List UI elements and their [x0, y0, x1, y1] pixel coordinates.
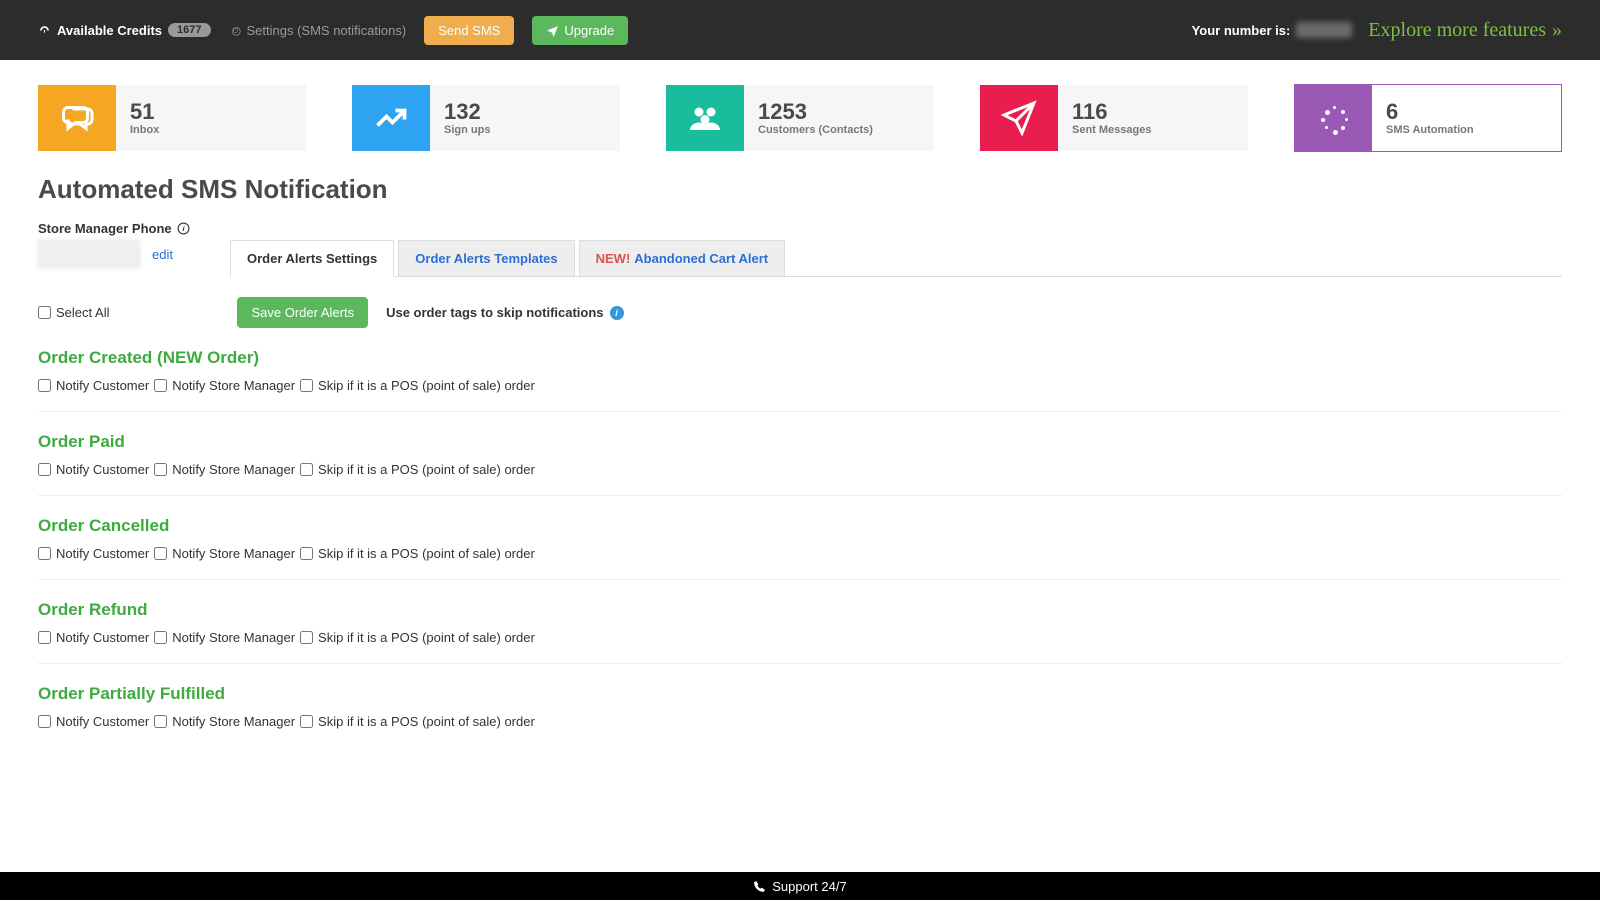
- save-order-alerts-button[interactable]: Save Order Alerts: [237, 297, 368, 328]
- settings-label: Settings (SMS notifications): [247, 23, 407, 38]
- plane-icon: [546, 24, 559, 37]
- stat-card-sent-messages[interactable]: 116 Sent Messages: [980, 84, 1248, 152]
- section-title: Order Partially Fulfilled: [38, 684, 1562, 704]
- phone-icon: [753, 880, 766, 893]
- stat-label: Inbox: [130, 124, 306, 136]
- credits-label: Available Credits: [57, 23, 162, 38]
- notify-customer-checkbox[interactable]: Notify Customer: [38, 462, 149, 477]
- dashboard-icon: [38, 24, 51, 37]
- info-icon[interactable]: i: [610, 306, 624, 320]
- notify-manager-checkbox[interactable]: Notify Store Manager: [154, 714, 295, 729]
- topbar: Available Credits 1677 Settings (SMS not…: [0, 0, 1600, 60]
- page-title: Automated SMS Notification: [38, 174, 1562, 205]
- chart-icon: [352, 85, 430, 151]
- stat-body: 6 SMS Automation: [1372, 85, 1561, 151]
- your-number: Your number is:: [1192, 22, 1353, 38]
- tab-new-badge: NEW!: [596, 251, 631, 266]
- notify-customer-checkbox[interactable]: Notify Customer: [38, 546, 149, 561]
- footer[interactable]: Support 24/7: [0, 872, 1600, 900]
- stat-value: 116: [1072, 100, 1248, 124]
- skip-pos-checkbox[interactable]: Skip if it is a POS (point of sale) orde…: [300, 714, 535, 729]
- stat-card-customers-contacts-[interactable]: 1253 Customers (Contacts): [666, 84, 934, 152]
- skip-pos-checkbox[interactable]: Skip if it is a POS (point of sale) orde…: [300, 378, 535, 393]
- tab-order-alerts-settings[interactable]: Order Alerts Settings: [230, 240, 394, 277]
- section-checks: Notify Customer Notify Store Manager Ski…: [38, 714, 1562, 729]
- stat-label: SMS Automation: [1386, 124, 1561, 136]
- explore-features-link[interactable]: Explore more features »: [1368, 19, 1562, 42]
- stat-label: Sent Messages: [1072, 124, 1248, 136]
- stats-row: 51 Inbox 132 Sign ups 1253 Customers (Co…: [38, 84, 1562, 152]
- section-order-created-new-order-: Order Created (NEW Order) Notify Custome…: [38, 348, 1562, 412]
- skip-pos-checkbox[interactable]: Skip if it is a POS (point of sale) orde…: [300, 546, 535, 561]
- tab-order-alerts-templates[interactable]: Order Alerts Templates: [398, 240, 574, 276]
- section-title: Order Paid: [38, 432, 1562, 452]
- stat-value: 6: [1386, 100, 1561, 124]
- stat-label: Customers (Contacts): [758, 124, 934, 136]
- your-number-value: [1296, 22, 1352, 38]
- tab-label: Order Alerts Templates: [415, 251, 557, 266]
- select-all-checkbox[interactable]: Select All: [38, 305, 109, 320]
- stat-card-sms-automation[interactable]: 6 SMS Automation: [1294, 84, 1562, 152]
- notify-manager-checkbox[interactable]: Notify Store Manager: [154, 462, 295, 477]
- tab-abandoned-cart-alert[interactable]: NEW! Abandoned Cart Alert: [579, 240, 786, 276]
- section-checks: Notify Customer Notify Store Manager Ski…: [38, 630, 1562, 645]
- section-checks: Notify Customer Notify Store Manager Ski…: [38, 378, 1562, 393]
- users-icon: [666, 85, 744, 151]
- skip-pos-checkbox[interactable]: Skip if it is a POS (point of sale) orde…: [300, 630, 535, 645]
- chevron-right-icon: »: [1552, 19, 1562, 42]
- tabs: Order Alerts Settings Order Alerts Templa…: [230, 240, 1562, 277]
- skip-tags-hint: Use order tags to skip notifications i: [386, 305, 623, 320]
- section-checks: Notify Customer Notify Store Manager Ski…: [38, 546, 1562, 561]
- gear-icon: [229, 24, 242, 37]
- explore-label: Explore more features: [1368, 19, 1546, 42]
- available-credits[interactable]: Available Credits 1677: [38, 23, 211, 38]
- section-title: Order Cancelled: [38, 516, 1562, 536]
- topbar-right: Your number is: Explore more features »: [1192, 19, 1562, 42]
- skip-pos-checkbox[interactable]: Skip if it is a POS (point of sale) orde…: [300, 462, 535, 477]
- stat-body: 116 Sent Messages: [1058, 85, 1248, 151]
- select-all-input[interactable]: [38, 306, 51, 319]
- notify-manager-checkbox[interactable]: Notify Store Manager: [154, 378, 295, 393]
- stat-body: 132 Sign ups: [430, 85, 620, 151]
- stat-label: Sign ups: [444, 124, 620, 136]
- section-order-paid: Order Paid Notify Customer Notify Store …: [38, 432, 1562, 496]
- notify-manager-checkbox[interactable]: Notify Store Manager: [154, 630, 295, 645]
- your-number-label: Your number is:: [1192, 23, 1291, 38]
- section-title: Order Created (NEW Order): [38, 348, 1562, 368]
- notify-customer-checkbox[interactable]: Notify Customer: [38, 714, 149, 729]
- tab-label: Abandoned Cart Alert: [634, 251, 768, 266]
- section-order-refund: Order Refund Notify Customer Notify Stor…: [38, 600, 1562, 664]
- send-sms-button[interactable]: Send SMS: [424, 16, 514, 45]
- settings-link[interactable]: Settings (SMS notifications): [229, 23, 407, 38]
- upgrade-button[interactable]: Upgrade: [532, 16, 628, 45]
- notify-customer-checkbox[interactable]: Notify Customer: [38, 378, 149, 393]
- loader-icon: [1294, 85, 1372, 151]
- stat-card-inbox[interactable]: 51 Inbox: [38, 84, 306, 152]
- stat-card-sign-ups[interactable]: 132 Sign ups: [352, 84, 620, 152]
- info-icon[interactable]: i: [177, 222, 190, 235]
- tab-label: Order Alerts Settings: [247, 251, 377, 266]
- stat-body: 1253 Customers (Contacts): [744, 85, 934, 151]
- section-order-cancelled: Order Cancelled Notify Customer Notify S…: [38, 516, 1562, 580]
- topbar-left: Available Credits 1677 Settings (SMS not…: [38, 16, 628, 45]
- section-order-partially-fulfilled: Order Partially Fulfilled Notify Custome…: [38, 684, 1562, 747]
- edit-phone-link[interactable]: edit: [152, 247, 173, 262]
- stat-body: 51 Inbox: [116, 85, 306, 151]
- stat-value: 1253: [758, 100, 934, 124]
- stat-value: 132: [444, 100, 620, 124]
- support-label: Support 24/7: [772, 879, 846, 894]
- upgrade-label: Upgrade: [564, 23, 614, 38]
- section-title: Order Refund: [38, 600, 1562, 620]
- notify-customer-checkbox[interactable]: Notify Customer: [38, 630, 149, 645]
- chat-icon: [38, 85, 116, 151]
- manager-phone-field[interactable]: [38, 240, 140, 268]
- section-checks: Notify Customer Notify Store Manager Ski…: [38, 462, 1562, 477]
- notify-manager-checkbox[interactable]: Notify Store Manager: [154, 546, 295, 561]
- stat-value: 51: [130, 100, 306, 124]
- manager-phone-label: Store Manager Phone i: [38, 221, 1562, 236]
- credits-badge: 1677: [168, 23, 210, 37]
- plane-icon: [980, 85, 1058, 151]
- action-row: Select All Save Order Alerts Use order t…: [38, 297, 1562, 328]
- svg-text:i: i: [182, 224, 185, 233]
